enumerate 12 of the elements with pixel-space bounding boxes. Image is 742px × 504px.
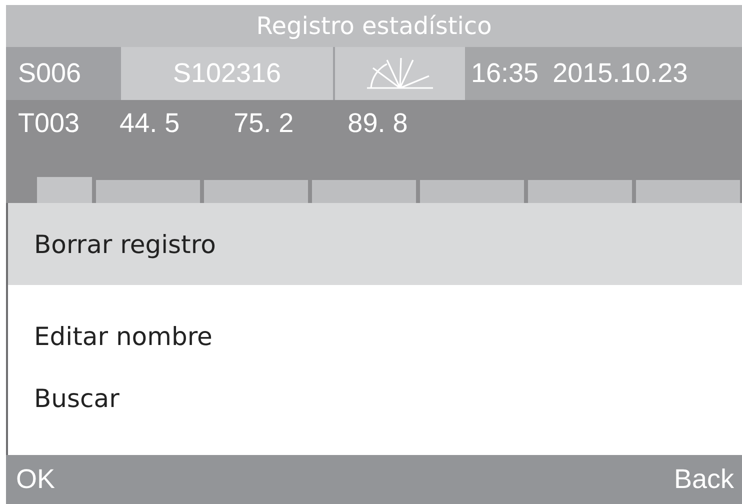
sample-number: S006 bbox=[18, 58, 82, 89]
test-value: 44. 5 bbox=[120, 108, 180, 139]
test-number: T003 bbox=[18, 108, 80, 139]
window-title: Registro estadístico bbox=[255, 12, 493, 40]
fan-lines-icon bbox=[365, 56, 435, 92]
menu-item[interactable]: Borrar registro bbox=[8, 203, 742, 285]
date: 2015.10.23 bbox=[552, 58, 688, 89]
test-value: 75. 2 bbox=[234, 108, 294, 139]
test-value: 89. 8 bbox=[348, 108, 408, 139]
menu-item[interactable]: Editar nombre bbox=[8, 305, 742, 367]
menu-item[interactable]: Buscar bbox=[8, 367, 742, 429]
time: 16:35 bbox=[471, 58, 539, 89]
